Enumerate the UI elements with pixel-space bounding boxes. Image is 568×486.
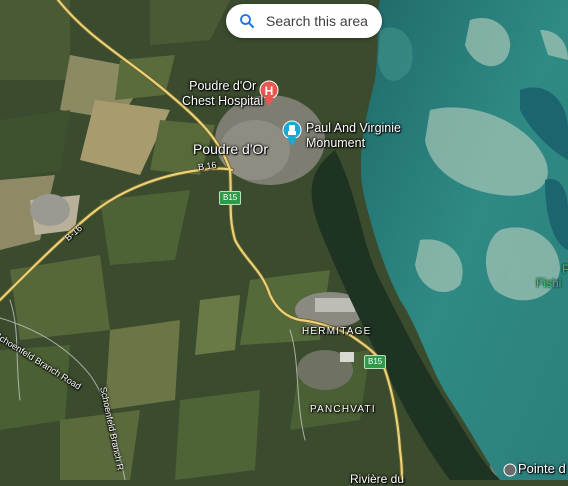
- label-p-cut[interactable]: P: [562, 262, 568, 276]
- label-town-poudre-dor[interactable]: Poudre d'Or: [193, 141, 268, 157]
- poi-dot-icon[interactable]: [503, 463, 517, 477]
- label-chest-hospital[interactable]: Poudre d'Or Chest Hospital: [182, 79, 263, 109]
- label-hermitage[interactable]: HERMITAGE: [302, 326, 372, 337]
- label-riviere[interactable]: Rivière du: [350, 472, 404, 486]
- search-this-area-label: Search this area: [266, 13, 368, 29]
- search-icon: [240, 14, 254, 28]
- label-fishing[interactable]: Fishi: [536, 276, 561, 290]
- label-paul-virginie-monument[interactable]: Paul And Virginie Monument: [306, 121, 401, 151]
- satellite-map[interactable]: H: [0, 0, 568, 480]
- route-shield-b15-bottom: B15: [364, 355, 387, 369]
- search-this-area-button[interactable]: Search this area: [226, 4, 382, 38]
- route-shield-b15-top: B15: [219, 191, 242, 205]
- label-panchvati[interactable]: PANCHVATI: [310, 404, 376, 415]
- label-pointe[interactable]: Pointe d: [518, 461, 566, 476]
- svg-text:H: H: [265, 84, 274, 98]
